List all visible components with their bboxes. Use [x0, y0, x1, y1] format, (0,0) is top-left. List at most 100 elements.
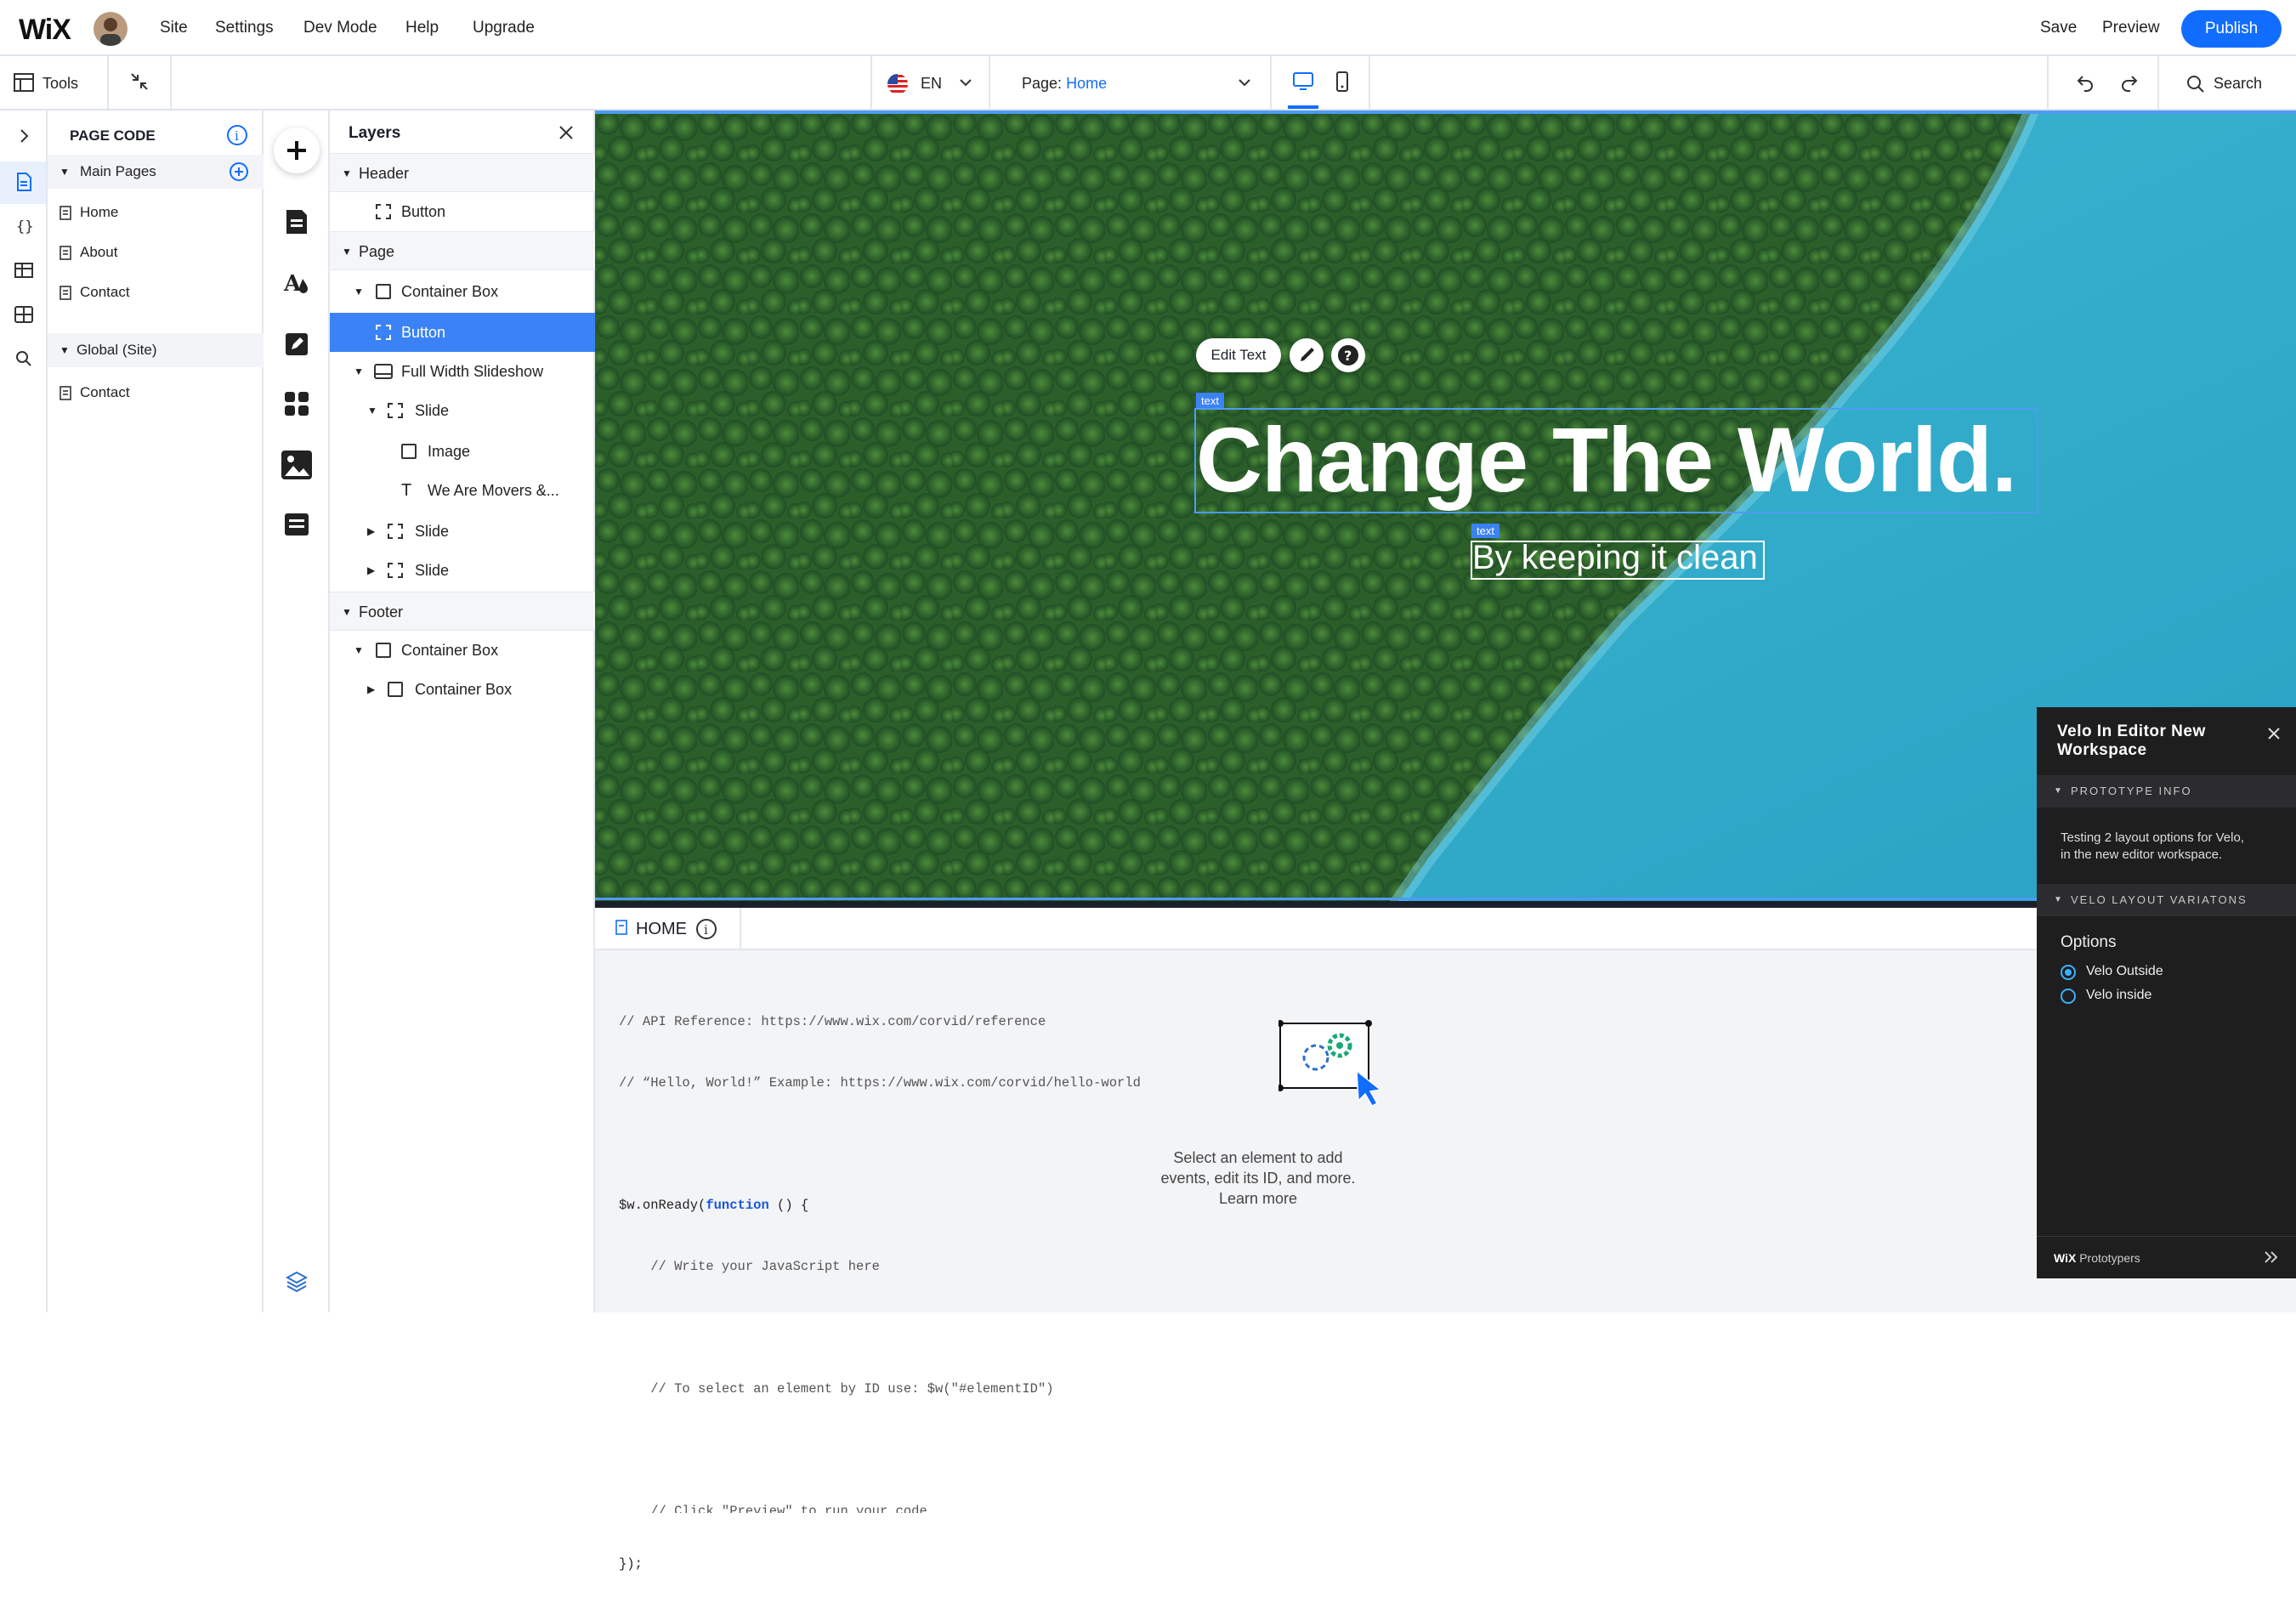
add-page-icon[interactable] [229, 162, 249, 182]
section-label: VELO LAYOUT VARIATONS [2071, 893, 2248, 906]
layer-header-button[interactable]: Button [330, 192, 595, 231]
info-icon[interactable]: i [695, 918, 717, 940]
search-icon[interactable] [2186, 75, 2205, 94]
layer-slide-2[interactable]: ▶ Slide [330, 512, 595, 551]
svg-text:i: i [704, 922, 708, 938]
global-site-group[interactable]: ▼ Global (Site) [48, 333, 264, 367]
menu-help[interactable]: Help [405, 19, 439, 37]
help-icon[interactable]: ? [1331, 338, 1365, 372]
code-braces-icon[interactable]: {} [12, 214, 36, 238]
caret-down-icon: ▼ [342, 606, 352, 618]
us-flag-icon [887, 73, 909, 95]
packages-icon[interactable] [12, 303, 36, 326]
media-icon[interactable] [281, 449, 313, 481]
language-selector[interactable]: EN [921, 75, 942, 93]
menu-settings[interactable]: Settings [215, 19, 274, 37]
layer-slideshow[interactable]: ▼ Full Width Slideshow [330, 352, 595, 391]
info-icon[interactable]: i [226, 124, 248, 146]
chevron-down-icon: ▼ [2054, 786, 2064, 796]
collapse-icon[interactable] [129, 71, 150, 92]
menu-upgrade[interactable]: Upgrade [473, 19, 535, 37]
design-icon[interactable]: A [282, 269, 311, 298]
mobile-view-icon[interactable] [1335, 71, 1350, 93]
tab-home[interactable]: HOME i [605, 908, 741, 950]
layout-variations-section[interactable]: ▼ VELO LAYOUT VARIATONS [2037, 884, 2296, 916]
pages-icon[interactable] [284, 207, 309, 236]
layers-stack-icon[interactable] [286, 1270, 308, 1292]
options-label: Options [2061, 933, 2117, 951]
page-item-contact[interactable]: Contact [48, 275, 264, 309]
desktop-view-icon[interactable] [1292, 71, 1314, 92]
radio-unselected[interactable] [2061, 989, 2076, 1004]
hero-subtitle[interactable]: By keeping it clean [1472, 539, 1758, 577]
page-selector[interactable]: Page: Home [1022, 75, 1107, 93]
code-line: }); [619, 1556, 643, 1572]
tools-icon[interactable] [14, 73, 34, 92]
code-line: // API Reference: https://www.wix.com/co… [619, 1014, 1046, 1029]
layer-label: Button [401, 203, 446, 220]
edit-text-button[interactable]: Edit Text [1196, 338, 1281, 372]
page-file-icon [60, 286, 71, 300]
layer-page[interactable]: ▼ Page [330, 231, 595, 270]
add-panel: A [264, 110, 330, 1312]
undo-icon[interactable] [2076, 73, 2096, 92]
layer-footer-container-2[interactable]: ▶ Container Box [330, 670, 595, 709]
brand-logo: WiX [2054, 1251, 2077, 1265]
database-icon[interactable] [12, 258, 36, 282]
search-button[interactable]: Search [2214, 75, 2262, 93]
search-icon[interactable] [12, 347, 36, 371]
page-file-icon [60, 246, 71, 260]
layer-slide-1[interactable]: ▼ Slide [330, 391, 595, 430]
layer-footer-container-1[interactable]: ▼ Container Box [330, 631, 595, 670]
layer-image[interactable]: Image [330, 432, 595, 471]
divider [107, 56, 109, 109]
divider [2157, 56, 2159, 109]
layer-text[interactable]: T We Are Movers &... [330, 471, 595, 510]
layer-button-selected[interactable]: Button [330, 313, 595, 352]
prototype-info-section[interactable]: ▼ PROTOTYPE INFO [2037, 775, 2296, 808]
radio-selected[interactable] [2061, 965, 2076, 980]
hero-title[interactable]: Change The World. [1196, 406, 2017, 513]
code-editor[interactable]: // API Reference: https://www.wix.com/co… [619, 971, 1141, 1615]
redo-icon[interactable] [2118, 73, 2139, 92]
chevron-right-icon[interactable] [12, 124, 36, 148]
preview-button[interactable]: Preview [2102, 19, 2160, 37]
svg-text:{}: {} [16, 218, 33, 235]
table-icon[interactable] [284, 512, 309, 537]
page-file-icon[interactable] [12, 170, 36, 194]
menu-dev-mode[interactable]: Dev Mode [303, 19, 377, 37]
close-icon[interactable] [558, 124, 575, 141]
main-pages-group[interactable]: ▼ Main Pages [48, 155, 264, 189]
layer-header[interactable]: ▼ Header [330, 153, 595, 192]
slide-element-icon [388, 524, 403, 539]
add-element-button[interactable] [274, 128, 320, 173]
avatar[interactable] [94, 12, 128, 46]
option-label: Velo Outside [2086, 964, 2163, 978]
image-element-icon [401, 444, 417, 459]
apps-icon[interactable] [284, 391, 309, 416]
edit-pencil-icon[interactable] [284, 332, 309, 357]
slideshow-icon [374, 364, 393, 379]
layer-container-box[interactable]: ▼ Container Box [330, 272, 595, 311]
design-brush-icon[interactable] [1290, 338, 1324, 372]
save-button[interactable]: Save [2040, 19, 2077, 37]
editor-toolbar: Tools EN Page: Home Search [0, 56, 2296, 110]
layer-footer[interactable]: ▼ Footer [330, 592, 595, 631]
layer-slide-3[interactable]: ▶ Slide [330, 551, 595, 590]
global-item-contact[interactable]: Contact [48, 376, 264, 410]
layer-label: Slide [415, 562, 450, 579]
double-chevron-right-icon[interactable] [2263, 1250, 2280, 1265]
wix-logo[interactable]: WiX [19, 14, 71, 47]
page-item-about[interactable]: About [48, 235, 264, 269]
close-icon[interactable] [2268, 728, 2280, 740]
chevron-down-icon: ▼ [2054, 895, 2064, 904]
learn-more-link[interactable]: Learn more [1071, 1188, 1445, 1209]
tools-button[interactable]: Tools [43, 75, 78, 93]
svg-text:i: i [235, 128, 239, 144]
chevron-down-icon[interactable] [959, 78, 972, 87]
publish-button[interactable]: Publish [2181, 10, 2282, 48]
chevron-down-icon[interactable] [1238, 78, 1251, 87]
menu-site[interactable]: Site [160, 19, 188, 37]
page-item-home[interactable]: Home [48, 196, 264, 230]
